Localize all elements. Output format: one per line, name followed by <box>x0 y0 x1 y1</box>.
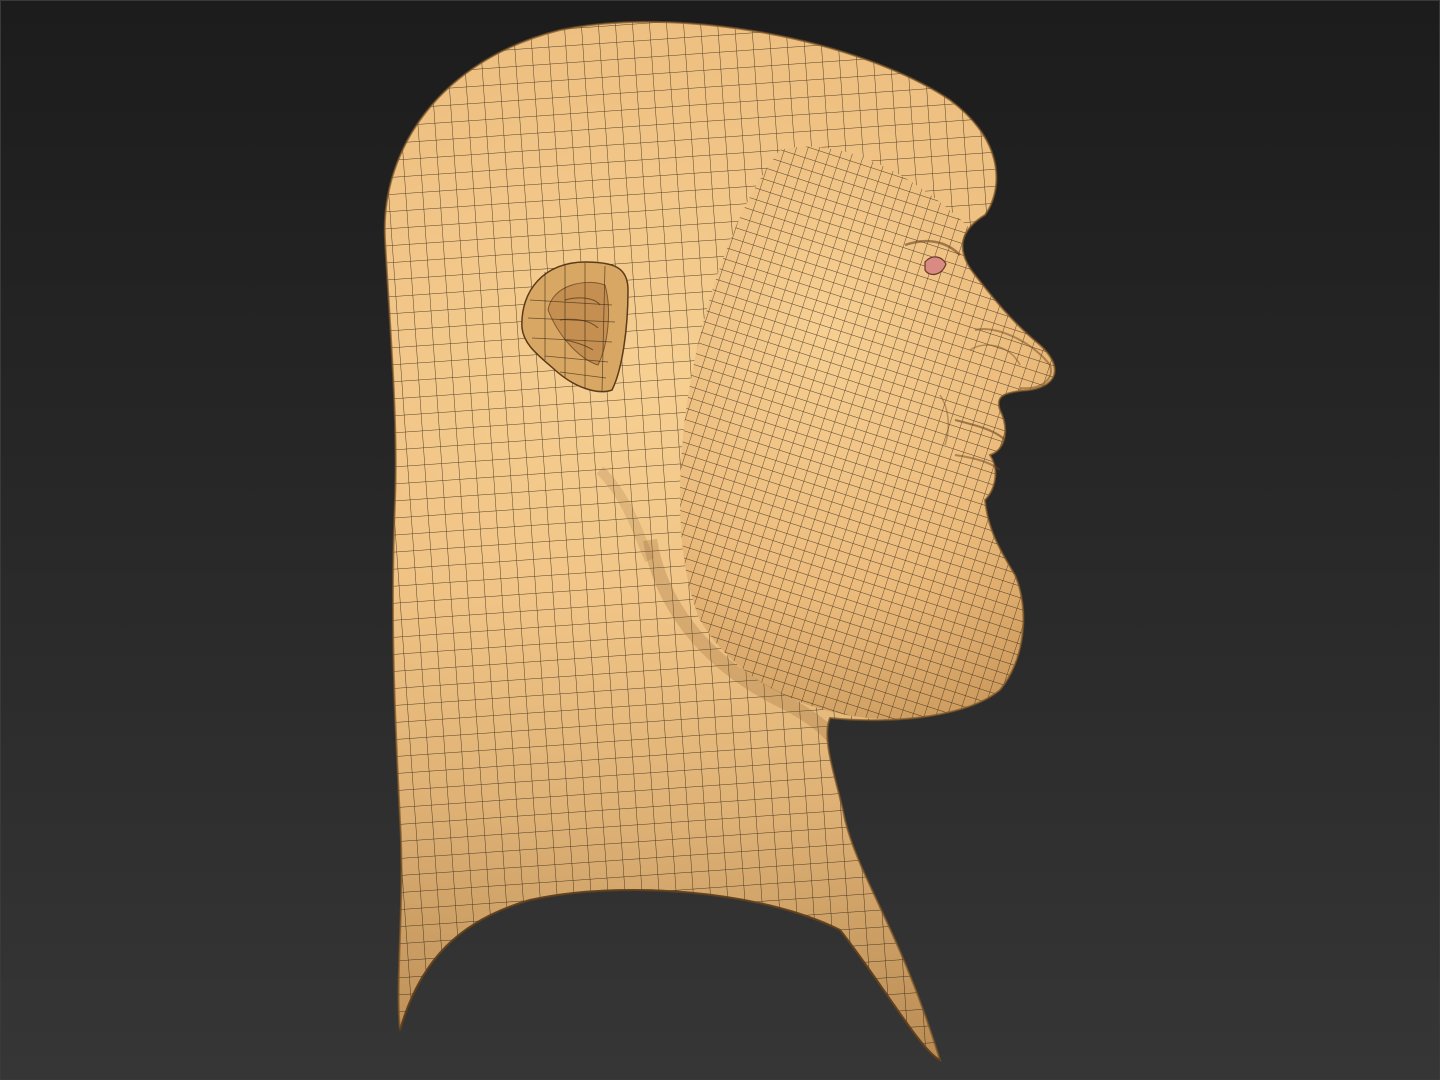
3d-viewport[interactable] <box>0 0 1440 1080</box>
head-bust-model[interactable] <box>0 0 1440 1080</box>
head-surface <box>384 21 1055 1060</box>
